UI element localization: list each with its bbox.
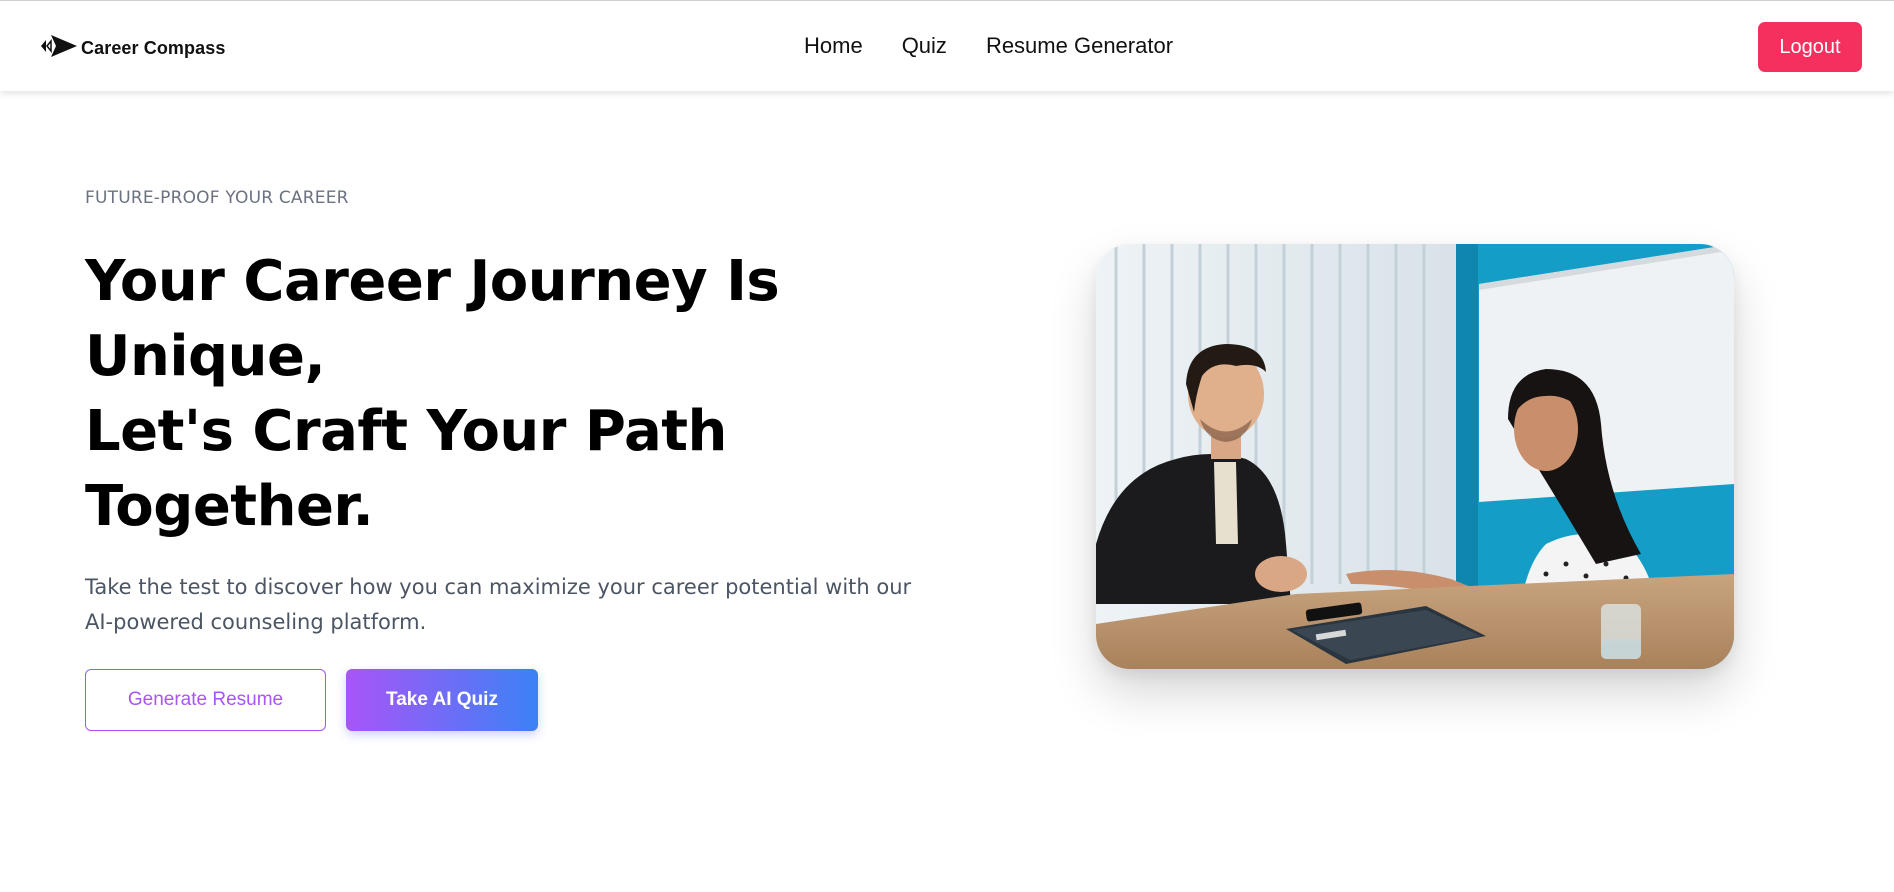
nav-link-home[interactable]: Home xyxy=(804,33,863,59)
headline-line-4: Together. xyxy=(85,474,374,539)
headline-line-2: Unique, xyxy=(85,324,326,389)
logout-button[interactable]: Logout xyxy=(1758,22,1862,72)
hero-eyebrow: FUTURE-PROOF YOUR CAREER xyxy=(85,188,349,208)
brand-logo-link[interactable]: Career Compass xyxy=(40,34,225,62)
headline-line-3: Let's Craft Your Path xyxy=(85,399,727,464)
headline-line-1: Your Career Journey Is xyxy=(85,249,780,314)
compass-arrow-icon xyxy=(40,34,78,62)
nav-link-resume-generator[interactable]: Resume Generator xyxy=(986,33,1173,59)
main-nav: Home Quiz Resume Generator xyxy=(804,33,1173,59)
take-ai-quiz-button[interactable]: Take AI Quiz xyxy=(346,669,538,731)
nav-link-quiz[interactable]: Quiz xyxy=(902,33,947,59)
hero-description: Take the test to discover how you can ma… xyxy=(85,575,912,634)
generate-resume-button[interactable]: Generate Resume xyxy=(85,669,326,731)
hero-headline: Your Career Journey Is Unique, Let's Cra… xyxy=(85,244,915,544)
hero-photo-counseling-session xyxy=(1096,244,1734,669)
top-navbar: Career Compass Home Quiz Resume Generato… xyxy=(0,0,1894,91)
brand-name: Career Compass xyxy=(81,37,226,58)
